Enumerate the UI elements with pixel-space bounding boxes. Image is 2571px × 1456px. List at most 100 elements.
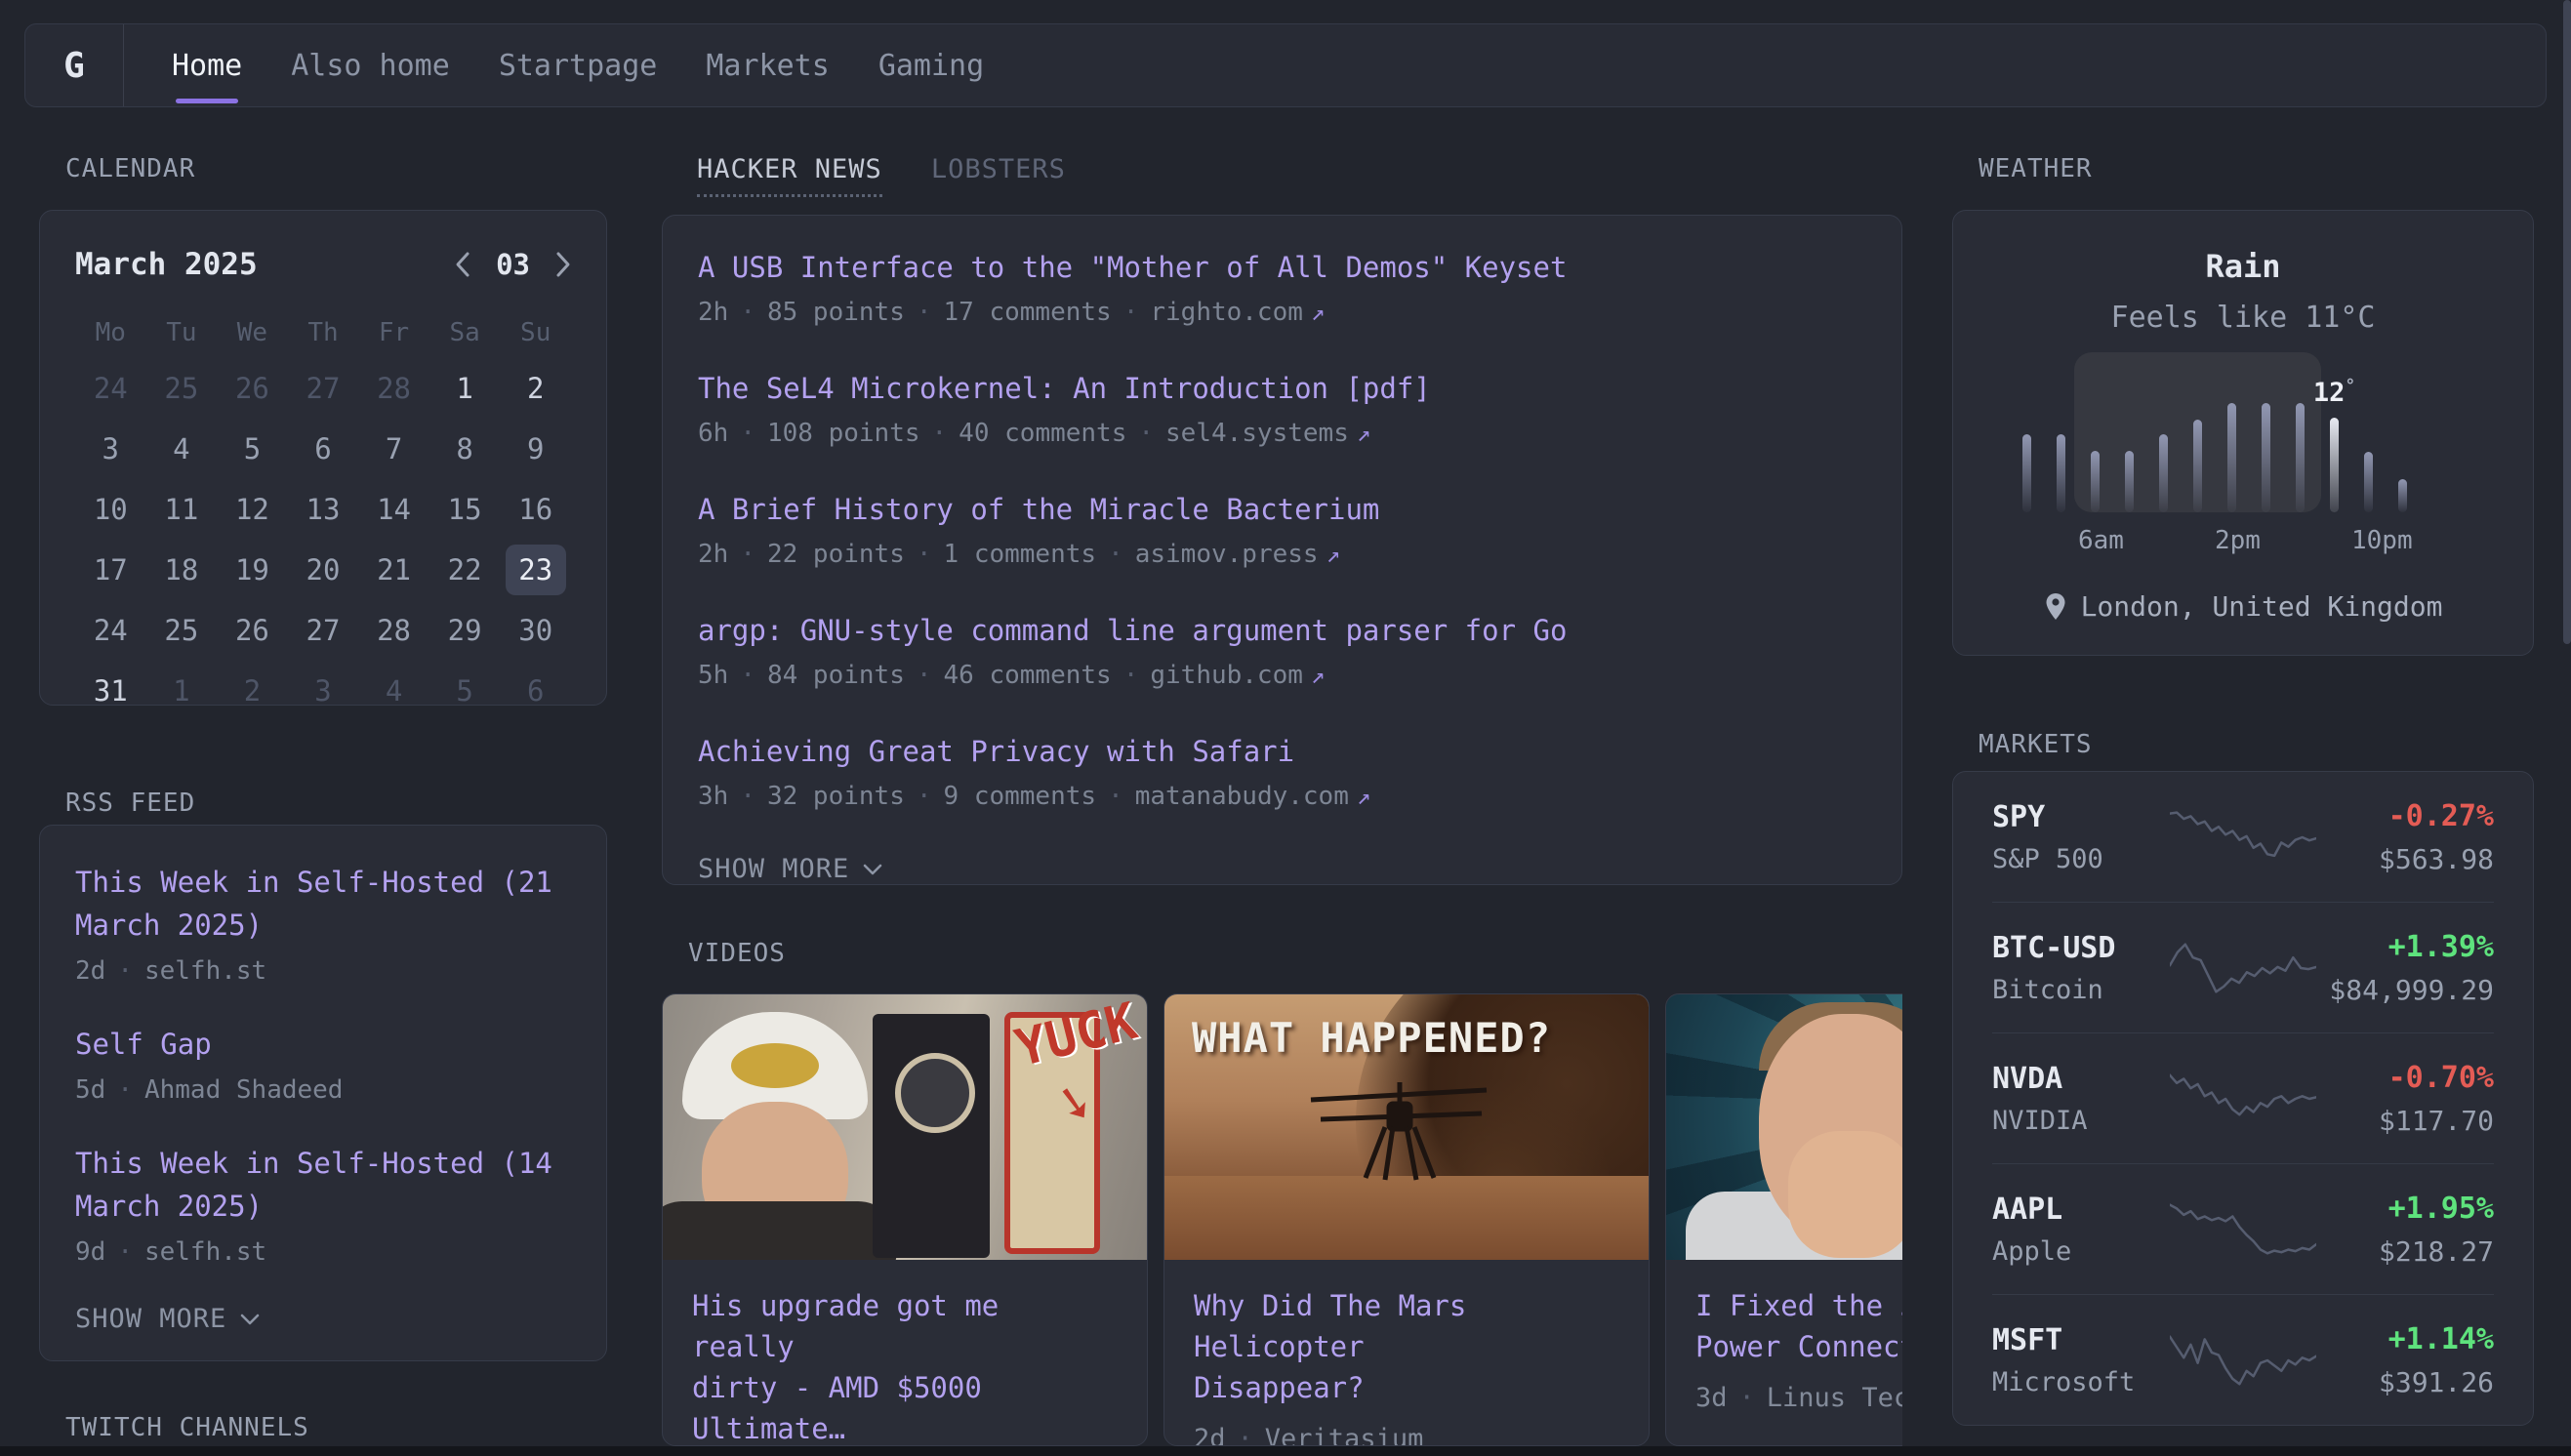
news-item-title[interactable]: The SeL4 Microkernel: An Introduction [p… [698, 370, 1866, 407]
news-item-domain-link[interactable]: github.com↗ [1150, 661, 1325, 690]
rss-item-title[interactable]: Self Gap [75, 1023, 571, 1066]
calendar-day-number: 1 [434, 363, 495, 414]
dot-separator: · [740, 782, 755, 811]
market-price: $391.26 [2316, 1366, 2494, 1398]
calendar-week-row: 24252627282930 [75, 605, 571, 656]
calendar-prev-button[interactable] [455, 251, 470, 278]
location-pin-icon [2044, 592, 2067, 622]
calendar-day: 15 [429, 484, 501, 535]
news-item-title[interactable]: A Brief History of the Miracle Bacterium [698, 491, 1866, 528]
market-ticker: NVDA [1992, 1062, 2170, 1096]
calendar-day-number: 5 [222, 424, 282, 474]
rss-show-more-button[interactable]: SHOW MORE [75, 1304, 571, 1334]
market-price: $218.27 [2316, 1235, 2494, 1268]
news-item-domain-link[interactable]: righto.com↗ [1150, 298, 1325, 327]
chevron-right-icon [555, 251, 571, 278]
video-title[interactable]: His upgrade got me reallydirty - AMD $50… [692, 1285, 1118, 1446]
calendar-day: 20 [288, 545, 359, 595]
calendar-day: 7 [358, 424, 429, 474]
dot-separator: · [740, 661, 755, 690]
weather-bar [2091, 451, 2100, 512]
calendar-day-grid: 2425262728123456789101112131415161718192… [75, 363, 571, 685]
news-item-domain-link[interactable]: asimov.press↗ [1135, 540, 1340, 569]
meta-text: 85 points [767, 298, 905, 327]
meta-text: 2h [698, 540, 728, 569]
market-row-btc-usd[interactable]: BTC-USDBitcoin+1.39%$84,999.29 [1992, 902, 2494, 1032]
weather-hour-label: 10pm [2351, 526, 2386, 555]
calendar-week-row: 242526272812 [75, 363, 571, 414]
market-row-spy[interactable]: SPYS&P 500-0.27%$563.98 [1992, 772, 2494, 902]
calendar-day: 1 [429, 363, 501, 414]
rss-item-title[interactable]: This Week in Self-Hosted (21 March 2025) [75, 861, 571, 947]
dot-separator: · [117, 956, 133, 986]
calendar-day: 17 [75, 545, 146, 595]
video-title[interactable]: I Fixed the 5Power Connect [1695, 1285, 1902, 1367]
video-card[interactable]: WHAT HAPPENED? Why Did The Mars Helicopte… [1163, 993, 1650, 1446]
calendar-day: 3 [75, 424, 146, 474]
market-row-nvda[interactable]: NVDANVIDIA-0.70%$117.70 [1992, 1032, 2494, 1163]
calendar-day-number: 20 [293, 545, 353, 595]
video-thumbnail[interactable]: WHAT HAPPENED? [1164, 994, 1649, 1260]
meta-text: 9d [75, 1237, 105, 1267]
weather-bar [2262, 403, 2270, 512]
pc-fan-icon [895, 1053, 975, 1133]
calendar-day-number: 1 [151, 666, 212, 716]
weather-bars: 12° [2010, 403, 2420, 512]
market-row-aapl[interactable]: AAPLApple+1.95%$218.27 [1992, 1163, 2494, 1294]
calendar-week-row: 3456789 [75, 424, 571, 474]
meta-text: 2d [1194, 1424, 1226, 1446]
weather-hourly-chart: 12° [2010, 344, 2420, 512]
meta-text: 22 points [767, 540, 905, 569]
dot-separator: · [1108, 540, 1123, 569]
news-tab-lobsters[interactable]: LOBSTERS [931, 154, 1066, 197]
market-change: +1.14% [2316, 1322, 2494, 1356]
meta-text: 2h [698, 298, 728, 327]
meta-text: selfh.st [144, 1237, 266, 1267]
news-tab-hacker-news[interactable]: HACKER NEWS [697, 154, 882, 197]
twitch-section-label: TWITCH CHANNELS [65, 1413, 309, 1442]
calendar-weekday: Tu [146, 318, 218, 347]
meta-text: 5h [698, 661, 728, 690]
weather-hour-slot [2283, 403, 2317, 512]
video-card[interactable]: DOTHTI Fixed the 5Power Connect3d·Linus … [1665, 993, 1902, 1446]
news-item-domain: github.com [1150, 661, 1303, 690]
news-item-domain-link[interactable]: sel4.systems↗ [1165, 419, 1370, 448]
dot-separator: · [1123, 661, 1139, 690]
video-thumbnail[interactable]: YUCK➘ [663, 994, 1147, 1260]
news-show-more-button[interactable]: SHOW MORE [698, 854, 1866, 884]
calendar-day-number: 10 [80, 484, 141, 535]
market-ticker: BTC-USD [1992, 931, 2170, 965]
video-title[interactable]: Why Did The Mars HelicopterDisappear? [1194, 1285, 1619, 1408]
window-bottom-edge [0, 1446, 2571, 1456]
calendar-day-number: 30 [506, 605, 566, 656]
weather-hour-slot [2249, 403, 2283, 512]
news-item-domain-link[interactable]: matanabudy.com↗ [1135, 782, 1371, 811]
weather-hour-slot [2351, 403, 2386, 512]
calendar-day-number: 6 [506, 666, 566, 716]
video-thumbnail[interactable]: DOTHT [1666, 994, 1902, 1260]
news-item-title[interactable]: A USB Interface to the "Mother of All De… [698, 249, 1866, 286]
video-card-body: Why Did The Mars HelicopterDisappear?2d·… [1164, 1260, 1649, 1446]
market-name: NVIDIA [1992, 1106, 2170, 1136]
calendar-weekday: We [217, 318, 288, 347]
weather-hour-label [2146, 526, 2181, 555]
page-scrollbar[interactable] [2563, 0, 2571, 644]
person-shirt-icon [663, 1201, 897, 1260]
chevron-down-icon [863, 864, 882, 875]
rss-item-title[interactable]: This Week in Self-Hosted (14 March 2025) [75, 1142, 571, 1228]
market-symbol-block: NVDA NVIDIA [1992, 1062, 2170, 1136]
calendar-weekday: Sa [429, 318, 501, 347]
calendar-next-button[interactable] [555, 251, 571, 278]
right-column: WEATHER Rain Feels like 11°C 12° 6am2pm1… [1952, 0, 2534, 1456]
calendar-day-number: 12 [222, 484, 282, 535]
calendar-day-number: 2 [222, 666, 282, 716]
video-card[interactable]: YUCK➘ His upgrade got me reallydirty - AM… [662, 993, 1148, 1446]
news-item-title[interactable]: Achieving Great Privacy with Safari [698, 733, 1866, 770]
calendar-day: 4 [358, 666, 429, 716]
news-widget: A USB Interface to the "Mother of All De… [662, 215, 1902, 885]
news-item-title[interactable]: argp: GNU-style command line argument pa… [698, 612, 1866, 649]
meta-text: 9 comments [944, 782, 1097, 811]
weather-location-row[interactable]: London, United Kingdom [1953, 590, 2533, 623]
market-row-msft[interactable]: MSFTMicrosoft+1.14%$391.26 [1992, 1294, 2494, 1425]
calendar-day-number: 7 [364, 424, 425, 474]
